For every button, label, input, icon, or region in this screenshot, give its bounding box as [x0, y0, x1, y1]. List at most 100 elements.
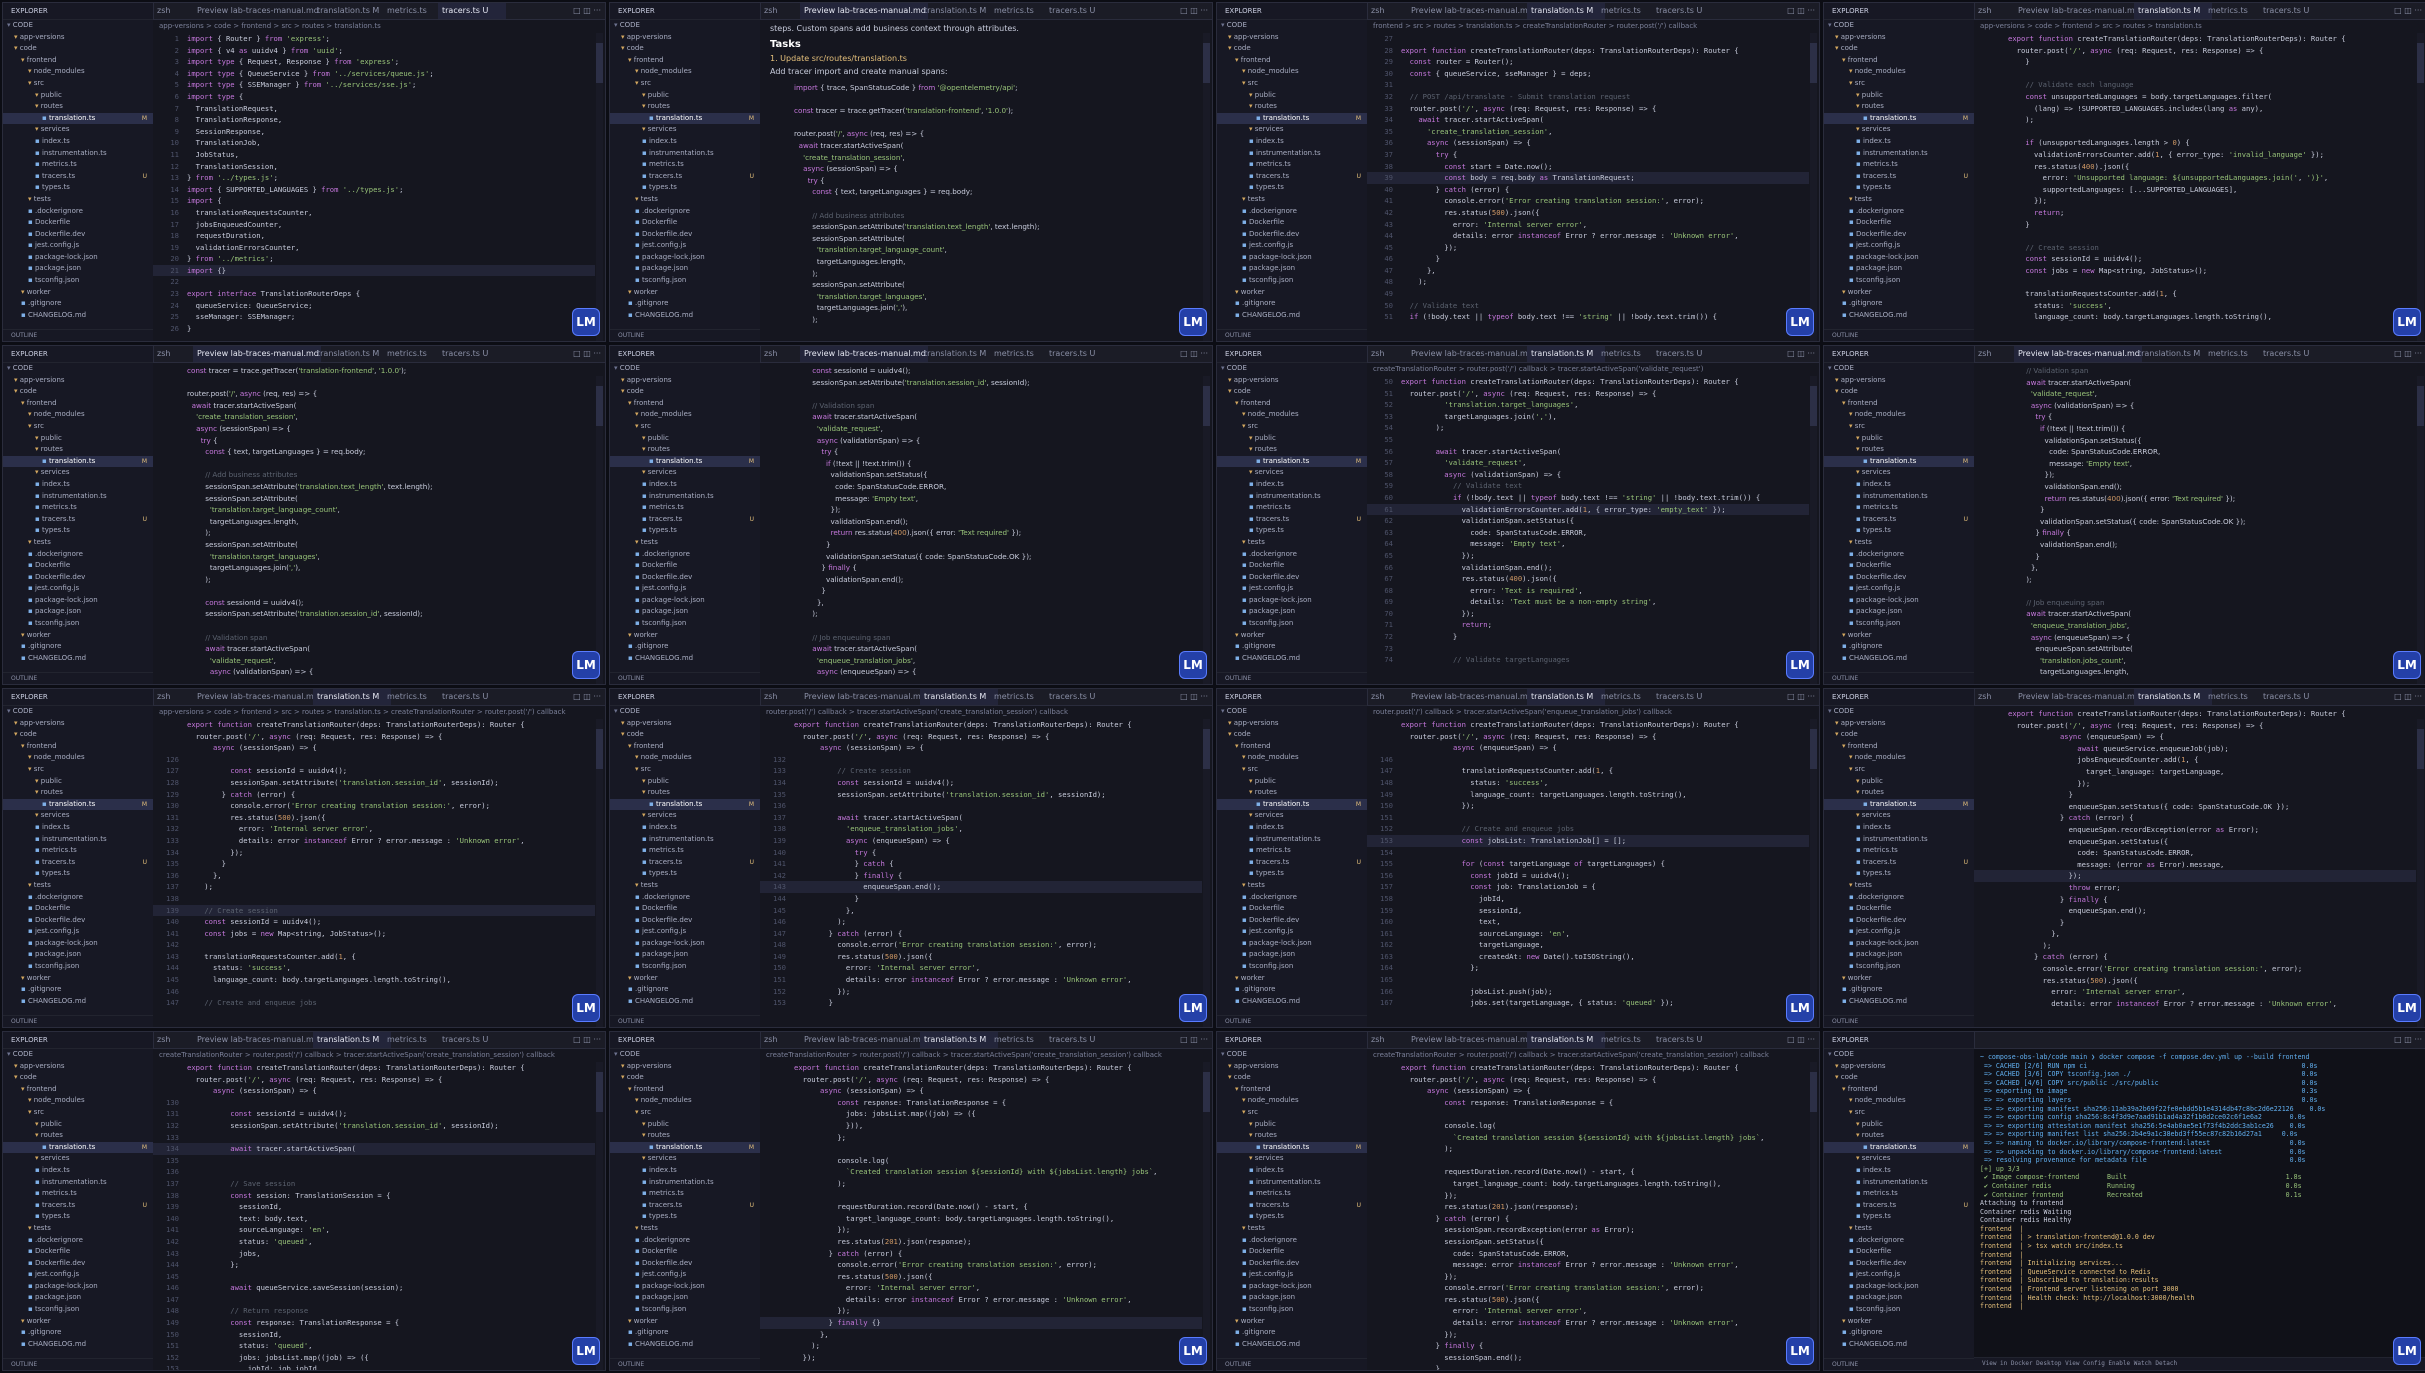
code-line[interactable]: res.status(201).json(response); [1367, 1201, 1809, 1213]
tree-item[interactable]: ▪ index.ts [3, 479, 153, 491]
tree-item[interactable]: ▾ code [3, 386, 153, 398]
outline-section[interactable]: OUTLINE [610, 672, 760, 684]
code-line[interactable]: 146 await queueService.saveSession(sessi… [153, 1282, 595, 1294]
tree-item[interactable]: ▪ CHANGELOG.md [1217, 310, 1367, 322]
code-line[interactable]: const tracer = trace.getTracer('translat… [760, 105, 1202, 117]
tree-item[interactable]: ▪ .gitignore [3, 641, 153, 653]
outline-section[interactable]: OUTLINE [3, 1358, 153, 1370]
code-line[interactable]: 63 code: SpanStatusCode.ERROR, [1367, 527, 1809, 539]
tree-item[interactable]: ▪ package.json [3, 263, 153, 275]
tree-item[interactable]: ▪ .dockerignore [1824, 549, 1974, 561]
code-line[interactable]: 146 [1367, 754, 1809, 766]
code-line[interactable]: 57 'validate_request', [1367, 457, 1809, 469]
tree-item[interactable]: ▪ .gitignore [3, 984, 153, 996]
tree-item[interactable]: ▪ metrics.ts [3, 502, 153, 514]
tree-item[interactable]: ▪ translation.ts M [1217, 1141, 1367, 1154]
tree-item[interactable]: ▪ types.ts [1824, 525, 1974, 537]
tree-item[interactable]: ▪ translation.ts M [3, 798, 153, 811]
code-line[interactable]: 'translation.target_languages', [760, 291, 1202, 303]
code-line[interactable]: }); [1974, 870, 2416, 882]
tree-item[interactable]: ▪ CHANGELOG.md [1824, 653, 1974, 665]
tab-tracers-ts[interactable]: tracers.ts U [1045, 3, 1113, 19]
tree-item[interactable]: ▾ app-versions [610, 1061, 760, 1073]
outline-section[interactable]: OUTLINE [610, 329, 760, 341]
code-line[interactable]: 52 'translation.target_languages', [1367, 399, 1809, 411]
tree-item[interactable]: ▪ tracers.ts U [3, 857, 153, 869]
code-line[interactable]: sessionSpan.setAttribute('translation.te… [153, 481, 595, 493]
tree-item[interactable]: ▾ src [3, 421, 153, 433]
code-line[interactable]: 131 res.status(500).json({ [153, 812, 595, 824]
minimap-slider[interactable] [596, 386, 603, 426]
tree-item[interactable]: ▪ CHANGELOG.md [1824, 996, 1974, 1008]
tree-item[interactable]: ▪ package-lock.json [1217, 938, 1367, 950]
code-line[interactable]: 145 [153, 1271, 595, 1283]
tab-tracers-ts[interactable]: tracers.ts U [2259, 3, 2327, 19]
code-line[interactable]: 46 } [1367, 253, 1809, 265]
tab-preview[interactable]: Preview lab-traces-manual.md [193, 346, 321, 362]
tree-item[interactable]: ▪ jest.config.js [1824, 926, 1974, 938]
code-line[interactable]: async (validationSpan) => { [153, 666, 595, 678]
tree-item[interactable]: ▪ tracers.ts U [1217, 1200, 1367, 1212]
code-line[interactable]: 144 }; [153, 1259, 595, 1271]
code-line[interactable]: ); [1974, 940, 2416, 952]
tree-item[interactable]: ▾ services [1824, 810, 1974, 822]
tree-item[interactable]: ▪ Dockerfile.dev [1217, 229, 1367, 241]
tree-item[interactable]: ▪ CHANGELOG.md [610, 996, 760, 1008]
code-line[interactable]: enqueueSpan.setStatus({ [1974, 836, 2416, 848]
editor-area[interactable]: const tracer = trace.getTracer('translat… [153, 363, 605, 684]
tree-item[interactable]: ▪ translation.ts M [1824, 455, 1974, 468]
outline-section[interactable]: OUTLINE [1824, 672, 1974, 684]
code-line[interactable]: await queueService.enqueueJob(job); [1974, 743, 2416, 755]
tree-item[interactable]: ▾ public [1217, 776, 1367, 788]
code-line[interactable]: } [1974, 789, 2416, 801]
editor-actions[interactable]: □ ◫ ··· [573, 3, 601, 19]
tree-item[interactable]: ▾ frontend [3, 741, 153, 753]
tree-item[interactable]: ▪ tsconfig.json [1217, 961, 1367, 973]
code-line[interactable]: target_language: targetLanguage, [1974, 766, 2416, 778]
tree-item[interactable]: ▾ code [1217, 386, 1367, 398]
tree-item[interactable]: ▪ .gitignore [1217, 1327, 1367, 1339]
tree-item[interactable]: ▪ package-lock.json [3, 595, 153, 607]
tree-item[interactable]: ▾ routes [1824, 787, 1974, 799]
code-line[interactable]: validationSpan.end(); [1974, 481, 2416, 493]
tree-item[interactable]: ▪ index.ts [610, 1165, 760, 1177]
code-line[interactable]: 129 } catch (error) { [153, 789, 595, 801]
code-line[interactable]: const { text, targetLanguages } = req.bo… [760, 186, 1202, 198]
tree-item[interactable]: ▪ tsconfig.json [3, 1304, 153, 1316]
code-line[interactable]: }; [760, 1132, 1202, 1144]
code-line[interactable]: 158 jobId, [1367, 893, 1809, 905]
editor-area[interactable]: export function createTranslationRouter(… [1974, 706, 2425, 1027]
code-line[interactable]: jobsEnqueuedCounter.add(1, { [1974, 754, 2416, 766]
editor-actions[interactable]: □ ◫ ··· [573, 689, 601, 705]
code-line[interactable]: validationErrorsCounter.add(1, { error_t… [1974, 149, 2416, 161]
tree-item[interactable]: ▪ tsconfig.json [610, 961, 760, 973]
code-line[interactable]: 2 import { v4 as uuidv4 } from 'uuid'; [153, 45, 595, 57]
code-line[interactable] [760, 94, 1202, 106]
code-line[interactable]: router.post('/', async (req: Request, re… [1974, 720, 2416, 732]
tree-item[interactable]: ▪ Dockerfile.dev [1217, 1258, 1367, 1270]
tree-item[interactable]: ▾ tests [1217, 194, 1367, 206]
tree-item[interactable]: ▪ package.json [1217, 263, 1367, 275]
editor-actions[interactable]: □ ◫ ··· [1787, 346, 1815, 362]
code-line[interactable]: sessionSpan.setAttribute('translation.se… [760, 377, 1202, 389]
tree-item[interactable]: ▪ .dockerignore [610, 549, 760, 561]
tab-tracers-ts[interactable]: tracers.ts U [438, 689, 506, 705]
tab-tracers-ts[interactable]: tracers.ts U [438, 346, 506, 362]
code-line[interactable]: 127 const sessionId = uuidv4(); [153, 765, 595, 777]
code-line[interactable]: 153 jobId: job.jobId, [153, 1363, 595, 1370]
tree-item[interactable]: ▪ package.json [3, 949, 153, 961]
code-line[interactable]: 21 import {} [153, 264, 595, 277]
code-line[interactable]: 133 [153, 1132, 595, 1144]
tree-item[interactable]: ▾ routes [1217, 1130, 1367, 1142]
tree-item[interactable]: ▾ worker [1824, 973, 1974, 985]
code-line[interactable]: try { [1974, 411, 2416, 423]
code-line[interactable]: console.error('Error creating translatio… [1974, 963, 2416, 975]
tree-item[interactable]: ▾ frontend [3, 1084, 153, 1096]
code-line[interactable]: 145 }, [760, 905, 1202, 917]
tree-item[interactable]: ▪ types.ts [1217, 1211, 1367, 1223]
tree-item[interactable]: ▾ services [3, 810, 153, 822]
tree-item[interactable]: ▪ package-lock.json [610, 938, 760, 950]
code-line[interactable]: const response: TranslationResponse = { [1367, 1097, 1809, 1109]
outline-section[interactable]: OUTLINE [1824, 1015, 1974, 1027]
tree-item[interactable]: ▪ tsconfig.json [1217, 618, 1367, 630]
